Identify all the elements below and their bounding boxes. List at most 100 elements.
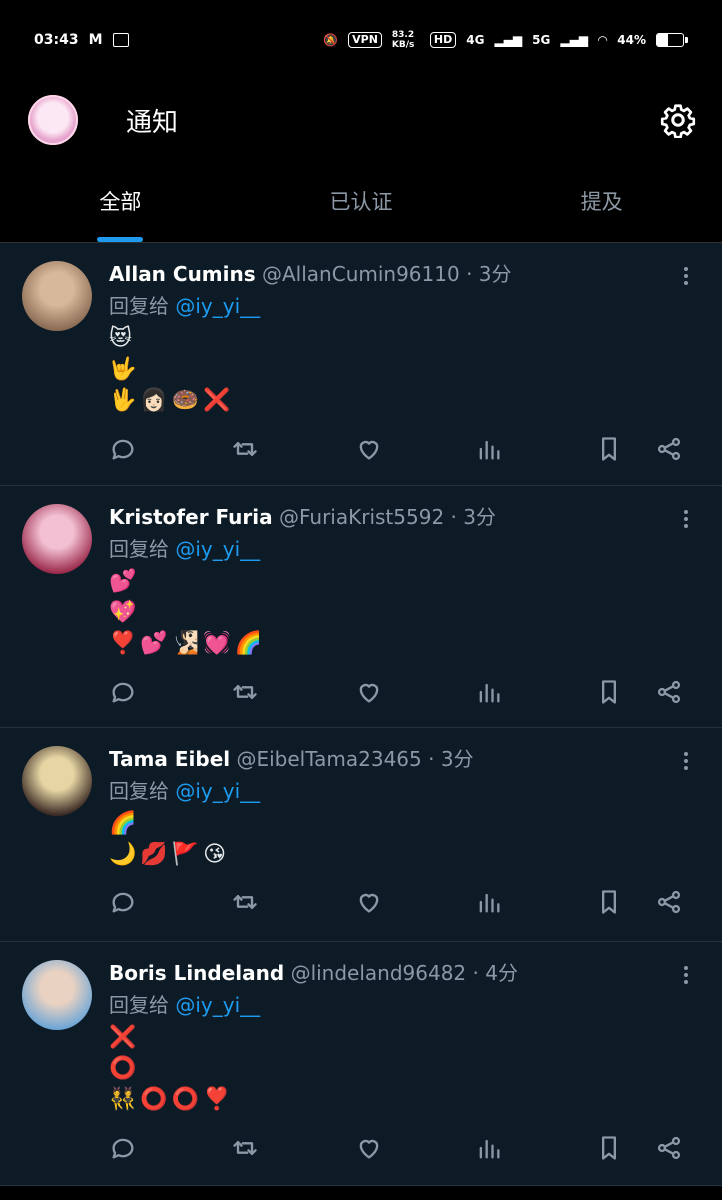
more-options-icon[interactable] (680, 750, 692, 774)
author-handle[interactable]: @FuriaKrist5592 (279, 505, 444, 529)
battery-percent: 44% (617, 33, 646, 47)
bookmark-icon[interactable] (595, 435, 625, 465)
retweet-icon[interactable] (231, 888, 261, 918)
notification-content: Allan Cumins @AllanCumin96110 · 3分 回复给 @i… (109, 259, 698, 416)
tab-label: 全部 (99, 190, 142, 214)
mention-link[interactable]: @iy_yi__ (175, 537, 260, 561)
author-name[interactable]: Kristofer Furia (109, 505, 273, 529)
battery-icon (656, 33, 688, 47)
post-emoji-line: ❌ (109, 1025, 141, 1050)
post-emoji-line: 🌙💋🚩😘 (109, 842, 231, 867)
page-title: 通知 (126, 107, 179, 138)
app-header: 通知 (0, 80, 722, 160)
post-time: · 4分 (472, 961, 518, 985)
share-icon[interactable] (655, 678, 685, 708)
signal-bars-icon: ▂▄▆ (494, 33, 523, 47)
settings-gear-icon[interactable] (660, 102, 696, 138)
notification-item[interactable]: Allan Cumins @AllanCumin96110 · 3分 回复给 @i… (0, 243, 722, 486)
share-icon[interactable] (655, 1134, 685, 1164)
bookmark-icon[interactable] (595, 888, 625, 918)
like-heart-icon[interactable] (355, 678, 385, 708)
views-chart-icon[interactable] (475, 435, 505, 465)
notification-feed: Allan Cumins @AllanCumin96110 · 3分 回复给 @i… (0, 243, 722, 1186)
more-options-icon[interactable] (680, 508, 692, 532)
mention-link[interactable]: @iy_yi__ (175, 993, 260, 1017)
author-name[interactable]: Allan Cumins (109, 262, 256, 286)
action-bar (109, 1134, 688, 1164)
action-bar (109, 888, 688, 918)
author-handle[interactable]: @lindeland96482 (291, 961, 467, 985)
action-bar (109, 678, 688, 708)
reply-line: 回复给 @iy_yi__ (109, 289, 698, 323)
status-bar: 03:43 M 🔕 VPN 83.2 KB/s HD 4G ▂▄▆ 5G ▂▄▆… (0, 0, 722, 80)
reply-prefix: 回复给 (109, 537, 169, 561)
reply-icon[interactable] (109, 435, 139, 465)
post-time: · 3分 (466, 262, 512, 286)
author-row: Allan Cumins @AllanCumin96110 · 3分 (109, 259, 698, 289)
post-emoji-line: 🌈 (109, 811, 141, 836)
more-options-icon[interactable] (680, 265, 692, 289)
reply-icon[interactable] (109, 678, 139, 708)
reply-prefix: 回复给 (109, 779, 169, 803)
action-bar (109, 435, 688, 465)
notification-item[interactable]: Boris Lindeland @lindeland96482 · 4分 回复给 … (0, 942, 722, 1186)
profile-avatar[interactable] (28, 95, 78, 145)
mention-link[interactable]: @iy_yi__ (175, 779, 260, 803)
author-handle[interactable]: @EibelTama23465 (236, 747, 421, 771)
like-heart-icon[interactable] (355, 888, 385, 918)
user-avatar[interactable] (22, 960, 92, 1030)
post-emoji-line: 💕 (109, 569, 141, 594)
retweet-icon[interactable] (231, 1134, 261, 1164)
retweet-icon[interactable] (231, 678, 261, 708)
tab-verified[interactable]: 已认证 (241, 160, 482, 242)
share-icon[interactable] (655, 435, 685, 465)
tab-all[interactable]: 全部 (0, 160, 241, 242)
notification-item[interactable]: Tama Eibel @EibelTama23465 · 3分 回复给 @iy_y… (0, 728, 722, 942)
signal-bars-icon: ▂▄▆ (560, 33, 589, 47)
reply-line: 回复给 @iy_yi__ (109, 774, 698, 808)
views-chart-icon[interactable] (475, 678, 505, 708)
reply-icon[interactable] (109, 1134, 139, 1164)
views-chart-icon[interactable] (475, 888, 505, 918)
author-row: Boris Lindeland @lindeland96482 · 4分 (109, 958, 698, 988)
more-options-icon[interactable] (680, 964, 692, 988)
retweet-icon[interactable] (231, 435, 261, 465)
author-name[interactable]: Boris Lindeland (109, 961, 284, 985)
mention-link[interactable]: @iy_yi__ (175, 294, 260, 318)
gallery-icon (112, 33, 129, 47)
bookmark-icon[interactable] (595, 1134, 625, 1164)
tab-mentions[interactable]: 提及 (481, 160, 722, 242)
post-time: · 3分 (428, 747, 474, 771)
net-speed: 83.2 KB/s (391, 30, 415, 50)
notification-content: Boris Lindeland @lindeland96482 · 4分 回复给 … (109, 958, 698, 1115)
views-chart-icon[interactable] (475, 1134, 505, 1164)
author-name[interactable]: Tama Eibel (109, 747, 230, 771)
share-icon[interactable] (655, 888, 685, 918)
post-emoji-line: 💖 (109, 600, 141, 625)
post-emoji-line: 😻 (109, 326, 136, 351)
bookmark-icon[interactable] (595, 678, 625, 708)
user-avatar[interactable] (22, 261, 92, 331)
reply-icon[interactable] (109, 888, 139, 918)
notification-item[interactable]: Kristofer Furia @FuriaKrist5592 · 3分 回复给 … (0, 486, 722, 728)
reply-line: 回复给 @iy_yi__ (109, 532, 698, 566)
user-avatar[interactable] (22, 746, 92, 816)
vpn-badge: VPN (348, 32, 382, 48)
reply-prefix: 回复给 (109, 294, 169, 318)
reply-line: 回复给 @iy_yi__ (109, 988, 698, 1022)
author-handle[interactable]: @AllanCumin96110 (262, 262, 460, 286)
user-avatar[interactable] (22, 504, 92, 574)
tab-label: 已认证 (329, 190, 393, 214)
post-emoji-line: 🖖👩🏻🍩❌ (109, 388, 235, 413)
post-emoji-line: 🤟 (109, 357, 141, 382)
like-heart-icon[interactable] (355, 435, 385, 465)
notification-content: Tama Eibel @EibelTama23465 · 3分 回复给 @iy_y… (109, 744, 698, 870)
post-emoji-line: 👯⭕⭕❣️ (109, 1087, 235, 1112)
signal-5g: 5G (532, 33, 551, 47)
like-heart-icon[interactable] (355, 1134, 385, 1164)
tab-label: 提及 (580, 190, 623, 214)
gmail-icon: M (88, 32, 103, 48)
wifi-icon: ◠ (598, 33, 608, 47)
author-row: Tama Eibel @EibelTama23465 · 3分 (109, 744, 698, 774)
notification-content: Kristofer Furia @FuriaKrist5592 · 3分 回复给 … (109, 502, 698, 659)
